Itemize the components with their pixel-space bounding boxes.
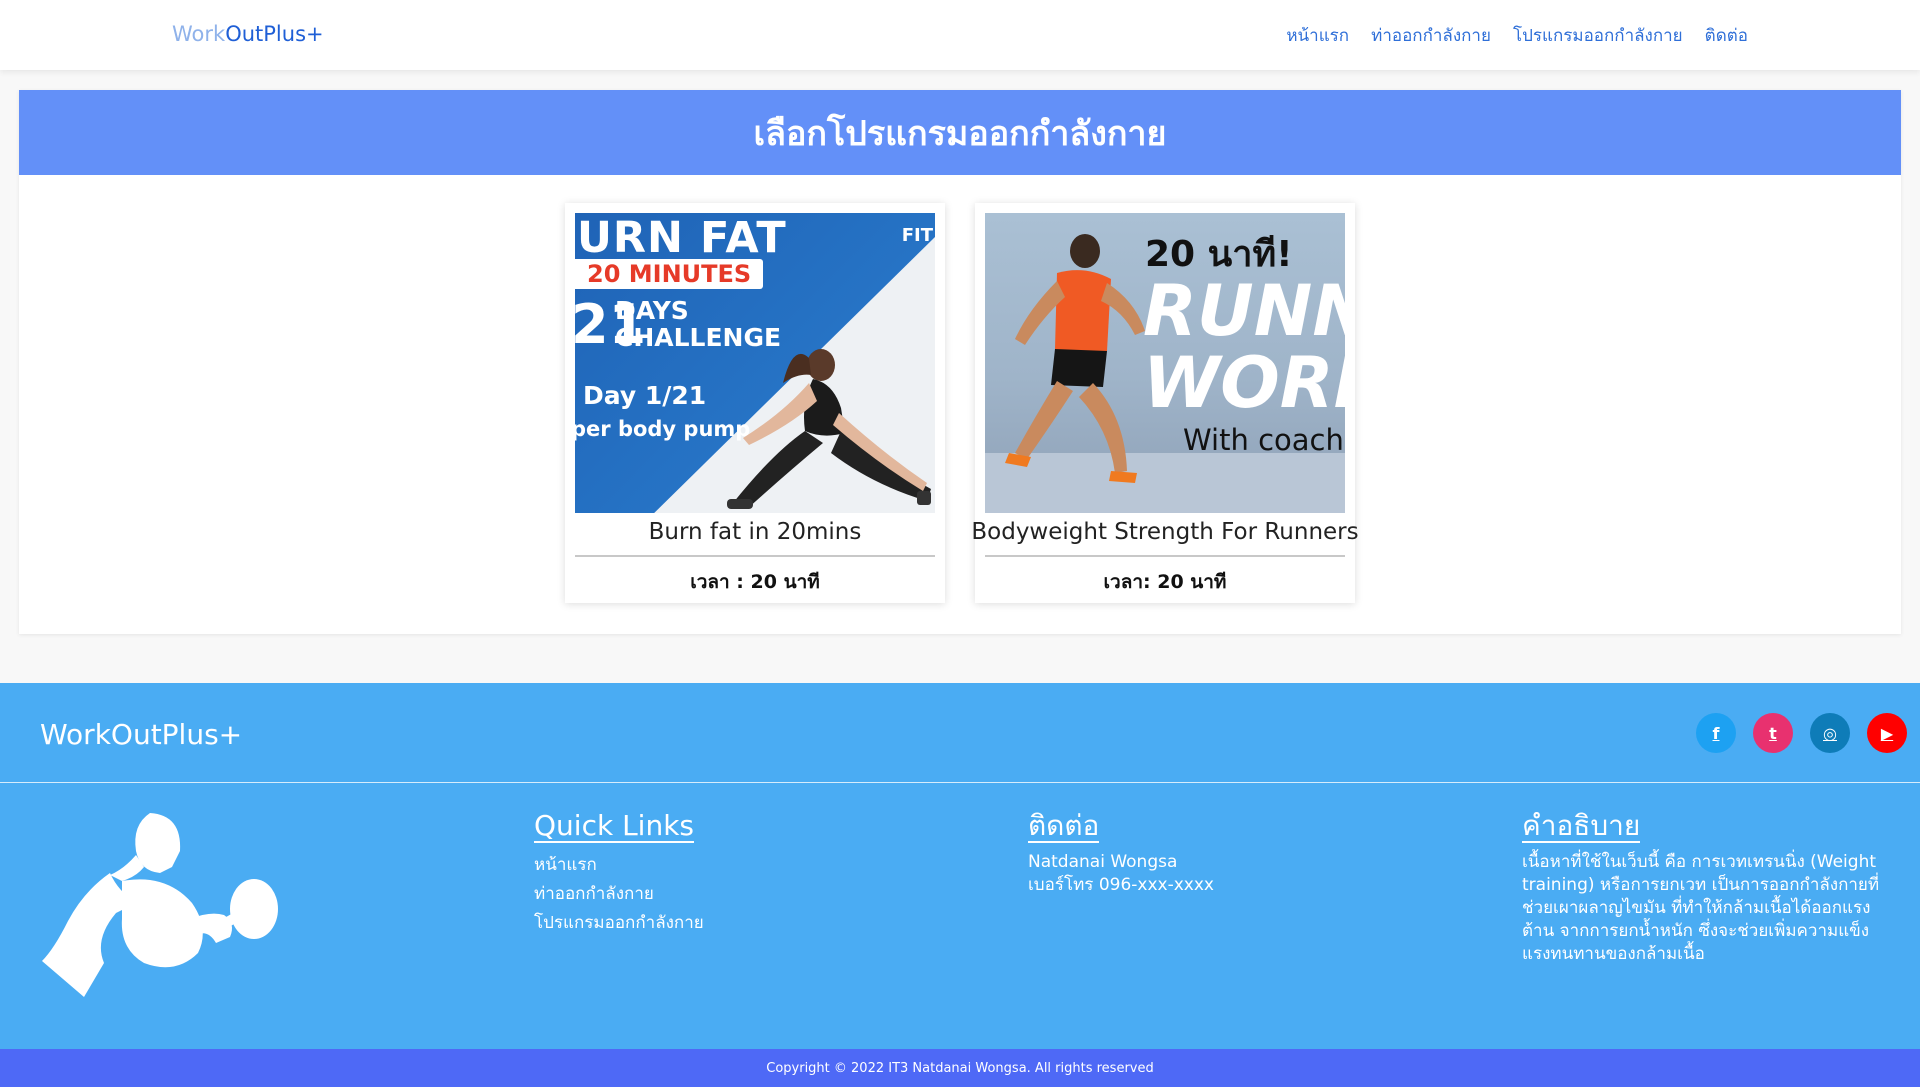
copyright-text: Copyright © 2022 IT3 Natdanai Wongsa. Al… bbox=[766, 1060, 1154, 1076]
nav-links: หน้าแรก ท่าออกกำลังกาย โปรแกรมออกกำลังกา… bbox=[1286, 22, 1748, 49]
copyright-bar: Copyright © 2022 IT3 Natdanai Wongsa. Al… bbox=[0, 1049, 1920, 1087]
card-title[interactable]: Burn fat in 20mins bbox=[649, 519, 862, 545]
program-panel: เลือกโปรแกรมออกกำลังกาย URN FAT 20 MINUT… bbox=[19, 90, 1901, 634]
thumbnail-text-runner-workout: RUNNER WORKOU bbox=[1143, 275, 1345, 419]
brand-part-work: Work bbox=[172, 22, 226, 46]
about-heading: คำอธิบาย bbox=[1522, 809, 1641, 843]
youtube-icon[interactable]: ▶ bbox=[1867, 713, 1907, 753]
facebook-icon[interactable]: f bbox=[1696, 713, 1736, 753]
footer-brand: WorkOutPlus+ bbox=[40, 718, 243, 751]
contact-name: Natdanai Wongsa bbox=[1028, 852, 1178, 872]
navbar: WorkOutPlus+ หน้าแรก ท่าออกกำลังกาย โปรแ… bbox=[0, 0, 1920, 70]
footer-link-programs[interactable]: โปรแกรมออกกำลังกาย bbox=[534, 909, 704, 938]
nav-link-home[interactable]: หน้าแรก bbox=[1286, 22, 1349, 49]
nav-link-contact[interactable]: ติดต่อ bbox=[1705, 22, 1748, 49]
thumbnail-text-workout: WORKOU bbox=[1143, 342, 1345, 424]
footer: WorkOutPlus+ f t ◎ ▶ Quick Links หน้าแรก… bbox=[0, 683, 1920, 1049]
brand-logo-link[interactable]: WorkOutPlus+ bbox=[172, 22, 324, 46]
stretching-woman-illustration bbox=[727, 349, 931, 509]
program-card-burn-fat[interactable]: URN FAT 20 MINUTES 21 DAYS CHALLENGE Day… bbox=[565, 203, 945, 603]
brand-part-outplus: OutPlus+ bbox=[225, 22, 324, 46]
footer-about: คำอธิบาย เนื้อหาที่ใช้ในเว็บนี้ คือ การเ… bbox=[1522, 811, 1882, 966]
footer-link-home[interactable]: หน้าแรก bbox=[534, 851, 704, 880]
burn-fat-thumbnail[interactable]: URN FAT 20 MINUTES 21 DAYS CHALLENGE Day… bbox=[575, 213, 935, 513]
nav-link-exercises[interactable]: ท่าออกกำลังกาย bbox=[1371, 22, 1491, 49]
thumbnail-text-day: Day 1/21 bbox=[583, 381, 707, 410]
instagram-icon[interactable]: ◎ bbox=[1810, 713, 1850, 753]
page-title: เลือกโปรแกรมออกกำลังกาย bbox=[753, 113, 1167, 154]
thumbnail-text-minutes-word: MINUTES bbox=[620, 260, 752, 288]
program-cards: URN FAT 20 MINUTES 21 DAYS CHALLENGE Day… bbox=[19, 203, 1901, 603]
quick-links-heading: Quick Links bbox=[534, 809, 695, 843]
thumbnail-text-minutes: 20 MINUTES bbox=[575, 259, 764, 289]
about-description: เนื้อหาที่ใช้ในเว็บนี้ คือ การเวทเทรนนิ่… bbox=[1522, 852, 1880, 964]
footer-quick-links: Quick Links หน้าแรก ท่าออกกำลังกาย โปรแก… bbox=[534, 811, 704, 938]
panel-header: เลือกโปรแกรมออกกำลังกาย bbox=[19, 90, 1901, 175]
contact-phone: เบอร์โทร 096-xxx-xxxx bbox=[1028, 875, 1214, 895]
footer-contact: ติดต่อ Natdanai Wongsa เบอร์โทร 096-xxx-… bbox=[1028, 811, 1214, 897]
footer-link-exercises[interactable]: ท่าออกกำลังกาย bbox=[534, 880, 704, 909]
thumbnail-text-fit: FIT bbox=[901, 225, 933, 246]
thumbnail-text-20: 20 bbox=[587, 260, 621, 288]
card-duration: เวลา: 20 นาที bbox=[1103, 571, 1227, 593]
twitter-icon[interactable]: t bbox=[1753, 713, 1793, 753]
thumbnail-text-runner: RUNNER bbox=[1143, 270, 1345, 352]
runners-thumbnail[interactable]: 20 นาที! RUNNER WORKOU With coach bbox=[985, 213, 1345, 513]
card-title[interactable]: Bodyweight Strength For Runners bbox=[971, 519, 1358, 545]
contact-heading: ติดต่อ bbox=[1028, 809, 1100, 843]
card-duration: เวลา : 20 นาที bbox=[690, 571, 820, 593]
social-links: f t ◎ ▶ bbox=[1696, 713, 1907, 753]
thumbnail-text-coach: With coach bbox=[1183, 423, 1344, 457]
footer-top-bar: WorkOutPlus+ f t ◎ ▶ bbox=[0, 683, 1920, 783]
card-divider bbox=[985, 555, 1345, 557]
bodybuilder-logo-icon bbox=[42, 813, 278, 997]
nav-link-programs[interactable]: โปรแกรมออกกำลังกาย bbox=[1513, 22, 1683, 49]
card-divider bbox=[575, 555, 935, 557]
thumbnail-text-burn-fat: URN FAT bbox=[577, 213, 787, 263]
running-man-illustration bbox=[1005, 234, 1145, 483]
program-card-runners[interactable]: 20 นาที! RUNNER WORKOU With coach Bodywe… bbox=[971, 203, 1359, 603]
